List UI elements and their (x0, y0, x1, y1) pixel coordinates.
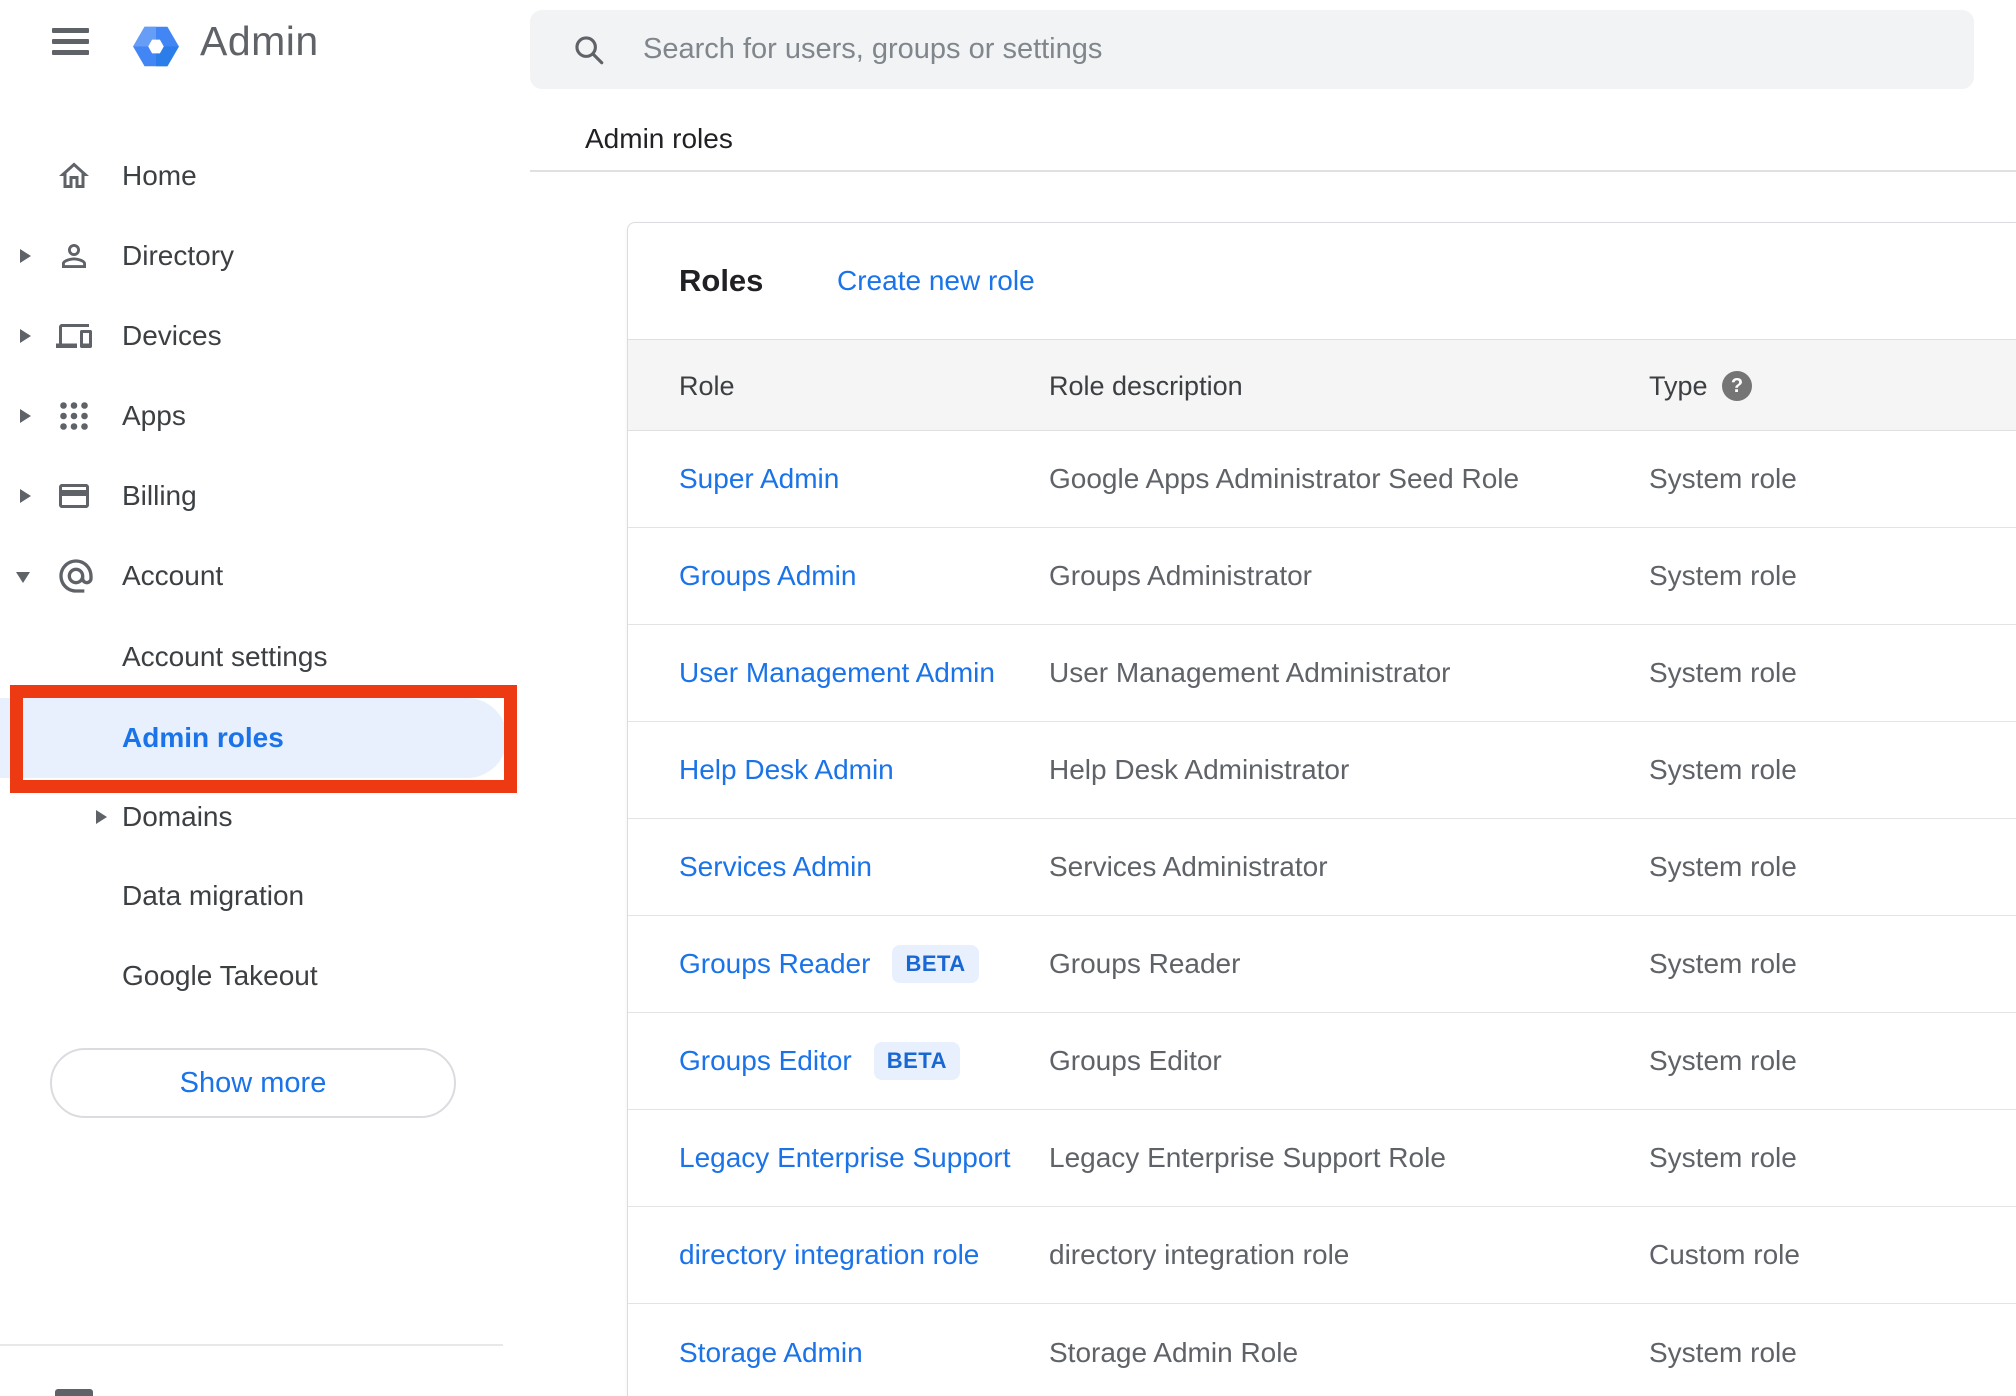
at-sign-icon (59, 559, 93, 593)
search-input[interactable]: Search for users, groups or settings (643, 10, 1102, 89)
role-link[interactable]: Services Admin (679, 851, 872, 883)
role-link[interactable]: Legacy Enterprise Support (679, 1142, 1011, 1174)
role-link[interactable]: Groups Editor (679, 1045, 852, 1077)
column-header-type: Type (1649, 371, 1708, 401)
sidebar-item-label: Directory (122, 240, 235, 271)
credit-card-icon (59, 484, 89, 508)
sidebar-item-label: Domains (122, 801, 233, 832)
role-description: User Management Administrator (1049, 657, 1451, 688)
admin-console-screen: Admin Search for users, groups or settin… (0, 0, 2016, 1396)
sidebar-item-label: Admin roles (122, 722, 284, 753)
role-type: System role (1649, 463, 1797, 494)
table-row: Help Desk Admin Help Desk Administrator … (628, 722, 2016, 819)
table-row: Groups Editor BETA Groups Editor System … (628, 1013, 2016, 1110)
sidebar-item-billing[interactable]: Billing (0, 474, 530, 518)
sidebar-divider (0, 1344, 503, 1346)
breadcrumb: Admin roles (585, 123, 733, 154)
table-row: Storage Admin Storage Admin Role System … (628, 1304, 2016, 1396)
apps-grid-icon (60, 402, 88, 430)
sidebar-item-label: Home (122, 160, 197, 191)
sidebar-item-home[interactable]: Home (0, 154, 530, 198)
sidebar-item-google-takeout[interactable]: Google Takeout (0, 954, 530, 998)
role-description: Services Administrator (1049, 851, 1328, 882)
table-row: Super Admin Google Apps Administrator Se… (628, 431, 2016, 528)
expand-arrow-icon[interactable] (20, 329, 31, 343)
person-icon (62, 244, 86, 268)
clipped-sidebar-icon (55, 1389, 93, 1396)
search-bar[interactable]: Search for users, groups or settings (530, 10, 1974, 89)
panel-title: Roles (679, 263, 764, 298)
admin-logo-icon (133, 26, 179, 67)
role-type: System role (1649, 657, 1797, 688)
sidebar-item-label: Billing (122, 480, 197, 511)
roles-table-body: Super Admin Google Apps Administrator Se… (628, 431, 2016, 1396)
role-type: Custom role (1649, 1239, 1800, 1270)
sidebar-item-apps[interactable]: Apps (0, 394, 530, 438)
sidebar-item-label: Account settings (122, 641, 328, 672)
role-description: directory integration role (1049, 1239, 1350, 1270)
sidebar-item-directory[interactable]: Directory (0, 234, 530, 278)
role-description: Groups Administrator (1049, 560, 1312, 591)
table-row: Groups Admin Groups Administrator System… (628, 528, 2016, 625)
show-more-button[interactable]: Show more (50, 1048, 456, 1118)
sidebar-item-label: Account (122, 560, 224, 591)
role-description: Storage Admin Role (1049, 1336, 1299, 1368)
table-row: Services Admin Services Administrator Sy… (628, 819, 2016, 916)
role-type: System role (1649, 1142, 1797, 1173)
role-link[interactable]: Help Desk Admin (679, 754, 894, 786)
roles-panel-header: Roles Create new role (628, 223, 2016, 339)
role-description: Google Apps Administrator Seed Role (1049, 463, 1520, 494)
role-description: Groups Reader (1049, 948, 1241, 979)
expand-arrow-icon[interactable] (96, 810, 107, 824)
role-description: Groups Editor (1049, 1045, 1222, 1076)
sidebar-item-label: Google Takeout (122, 960, 318, 991)
role-link[interactable]: Groups Reader (679, 948, 870, 980)
search-icon (575, 36, 604, 65)
table-row: Legacy Enterprise Support Legacy Enterpr… (628, 1110, 2016, 1207)
role-type: System role (1649, 851, 1797, 882)
hamburger-menu-icon[interactable] (52, 28, 89, 55)
role-type: System role (1649, 1336, 1797, 1368)
expand-arrow-icon[interactable] (20, 409, 31, 423)
table-header-row: Role Role description Type ? (628, 339, 2016, 431)
breadcrumb-divider (530, 170, 2016, 172)
home-icon (59, 162, 89, 188)
expand-arrow-icon[interactable] (20, 249, 31, 263)
role-link[interactable]: Storage Admin (679, 1337, 863, 1369)
sidebar-item-domains[interactable]: Domains (0, 795, 530, 839)
role-description: Legacy Enterprise Support Role (1049, 1142, 1446, 1173)
roles-panel: Roles Create new role Role Role descript… (627, 222, 2016, 1396)
sidebar-item-account[interactable]: Account (0, 554, 530, 598)
role-description: Help Desk Administrator (1049, 754, 1350, 785)
beta-badge: BETA (892, 945, 979, 983)
table-row: User Management Admin User Management Ad… (628, 625, 2016, 722)
table-row: Groups Reader BETA Groups Reader System … (628, 916, 2016, 1013)
beta-badge: BETA (873, 1042, 961, 1080)
create-new-role-link[interactable]: Create new role (837, 223, 1035, 339)
sidebar-item-data-migration[interactable]: Data migration (0, 874, 530, 918)
role-link[interactable]: directory integration role (679, 1239, 979, 1271)
role-link[interactable]: User Management Admin (679, 657, 995, 689)
role-type: System role (1649, 1045, 1797, 1076)
role-type: System role (1649, 754, 1797, 785)
role-link[interactable]: Groups Admin (679, 560, 856, 592)
sidebar-item-label: Apps (122, 400, 186, 431)
sidebar-item-label: Devices (122, 320, 222, 351)
role-type: System role (1649, 560, 1797, 591)
column-header-role: Role (679, 371, 735, 401)
app-title: Admin (200, 18, 319, 64)
sidebar-item-devices[interactable]: Devices (0, 314, 530, 358)
role-link[interactable]: Super Admin (679, 463, 839, 495)
sidebar-item-admin-roles[interactable]: Admin roles (0, 716, 530, 760)
help-icon[interactable]: ? (1722, 371, 1752, 401)
devices-icon (56, 324, 92, 348)
column-header-description: Role description (1049, 371, 1243, 401)
role-type: System role (1649, 948, 1797, 979)
expand-arrow-icon[interactable] (20, 489, 31, 503)
sidebar-item-account-settings[interactable]: Account settings (0, 635, 530, 679)
collapse-arrow-icon[interactable] (16, 572, 30, 583)
table-row: directory integration role directory int… (628, 1207, 2016, 1304)
sidebar-item-label: Data migration (122, 880, 305, 911)
